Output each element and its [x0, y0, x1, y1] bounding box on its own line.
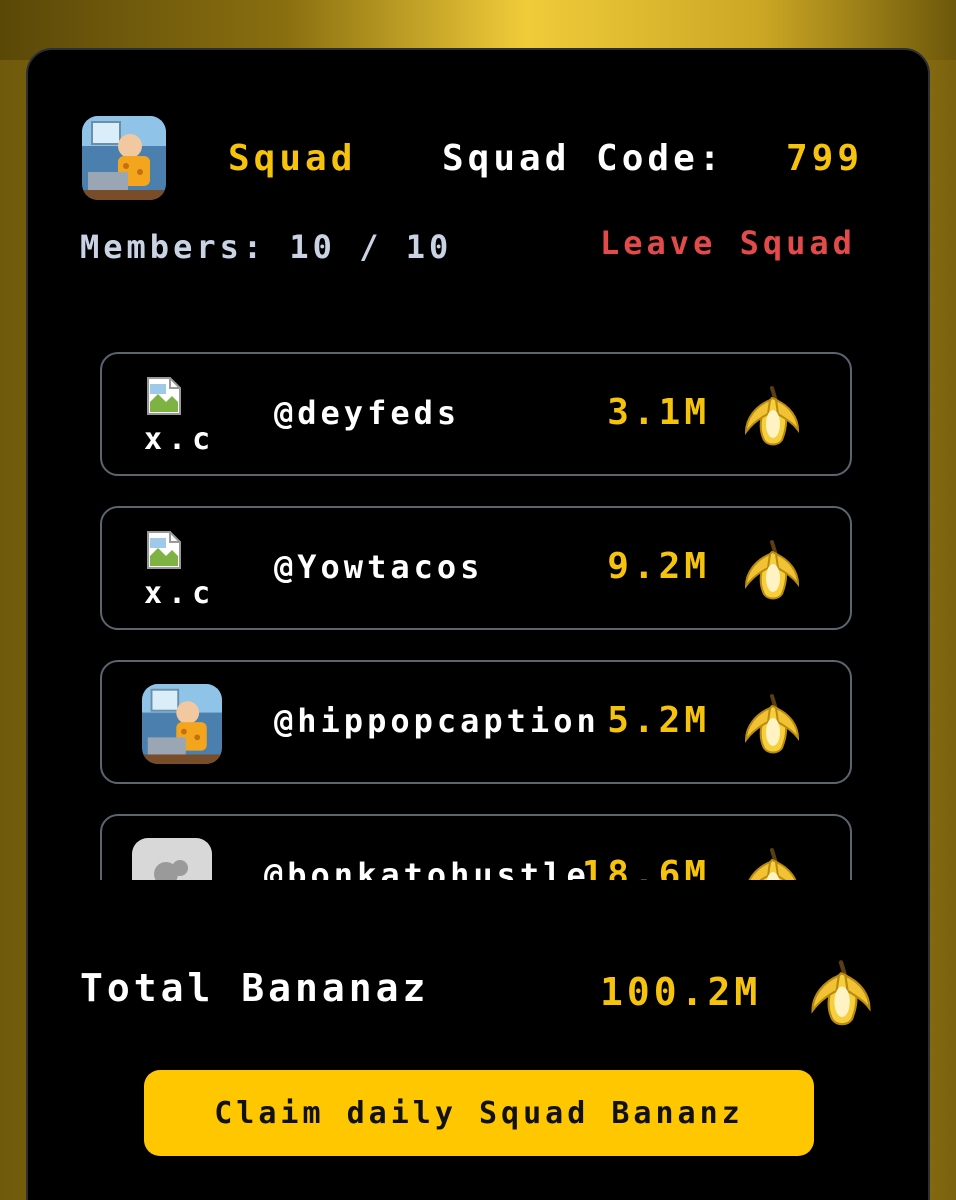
total-value: 100.2M: [600, 970, 762, 1014]
total-label: Total Bananaz: [80, 966, 430, 1010]
banana-icon: [744, 694, 800, 754]
members-count: Members: 10 / 10: [80, 228, 453, 266]
member-list[interactable]: x.c @deyfeds 3.1M x.c @Yowtacos 9.2M @hi…: [100, 352, 854, 880]
member-handle: @deyfeds: [274, 394, 461, 432]
squad-avatar: [82, 116, 166, 200]
claim-daily-bananaz-button[interactable]: Claim daily Squad Bananz: [144, 1070, 814, 1156]
member-row: @hippopcaption 5.2M: [100, 660, 852, 784]
member-row: x.c @deyfeds 3.1M: [100, 352, 852, 476]
squad-name: Squad: [228, 138, 357, 179]
broken-image-icon: [147, 377, 181, 415]
member-amount: 5.2M: [607, 700, 710, 741]
member-row: @bonkatohustle 18.6M: [100, 814, 852, 880]
squad-code-value: 799: [786, 138, 864, 179]
member-amount: 18.6M: [581, 854, 710, 880]
member-handle: @Yowtacos: [274, 548, 484, 586]
image-alt-text: x.c: [144, 422, 217, 457]
default-avatar-icon: [132, 838, 212, 880]
banana-icon: [811, 960, 871, 1026]
squad-panel: Squad Squad Code: 799 Members: 10 / 10 L…: [26, 48, 930, 1200]
member-avatar: [142, 684, 222, 764]
member-row: x.c @Yowtacos 9.2M: [100, 506, 852, 630]
broken-image-icon: [147, 531, 181, 569]
squad-code-label: Squad Code:: [442, 138, 725, 179]
image-alt-text: x.c: [144, 576, 217, 611]
member-amount: 3.1M: [607, 392, 710, 433]
member-handle: @hippopcaption: [274, 702, 600, 740]
leave-squad-button[interactable]: Leave Squad: [600, 224, 856, 262]
member-amount: 9.2M: [607, 546, 710, 587]
member-handle: @bonkatohustle: [264, 856, 590, 880]
banana-icon: [748, 848, 797, 880]
banana-icon: [744, 386, 800, 446]
banana-icon: [744, 540, 800, 600]
